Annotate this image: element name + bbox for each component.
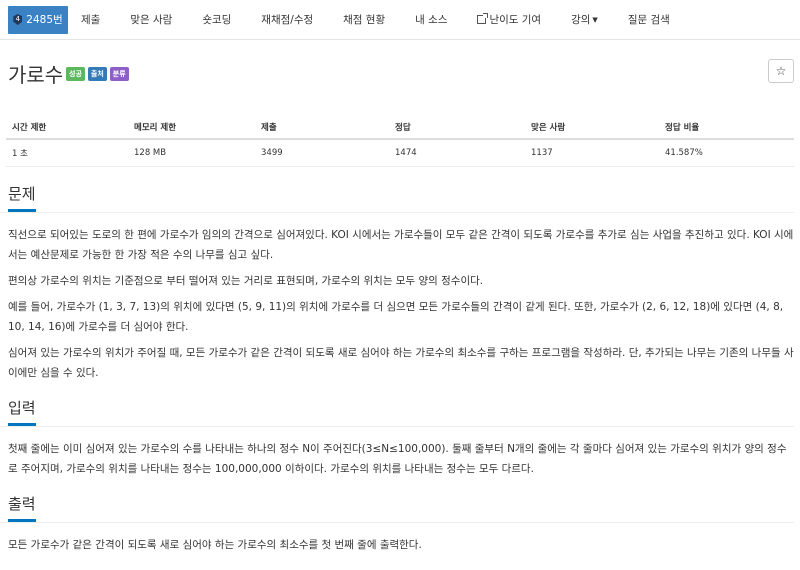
value-accepted: 1474 <box>389 139 525 167</box>
value-submissions: 3499 <box>255 139 389 167</box>
input-title: 입력 <box>8 397 36 426</box>
nav-difficulty-label: 난이도 기여 <box>489 14 542 26</box>
value-accepted-users: 1137 <box>525 139 659 167</box>
description-body: 직선으로 되어있는 도로의 한 편에 가로수가 임의의 간격으로 심어져있다. … <box>0 225 800 383</box>
input-body: 첫째 줄에는 이미 심어져 있는 가로수의 수를 나타내는 하나의 정수 N이 … <box>0 439 800 479</box>
favorite-star-button[interactable]: ☆ <box>768 59 794 83</box>
external-link-icon <box>477 13 489 24</box>
nav-status[interactable]: 채점 현황 <box>343 12 385 27</box>
value-accept-ratio: 41.587% <box>659 139 794 167</box>
star-icon: ☆ <box>775 64 787 78</box>
caret-down-icon: ▼ <box>592 15 598 24</box>
description-paragraph: 심어져 있는 가로수의 위치가 주어질 때, 모든 가로수가 같은 간격이 되도… <box>8 347 794 379</box>
description-section-header: 문제 <box>0 183 794 213</box>
nav-short-coding[interactable]: 숏코딩 <box>202 12 231 27</box>
problem-labels: 성공 출처 분류 <box>66 67 129 81</box>
description-paragraph: 직선으로 되어있는 도로의 한 편에 가로수가 임의의 간격으로 심어져있다. … <box>8 229 794 261</box>
description-title: 문제 <box>8 183 36 212</box>
nav-difficulty-contribution[interactable]: 난이도 기여 <box>477 12 541 27</box>
header-accepted-users: 맞은 사람 <box>525 116 659 140</box>
nav-submit[interactable]: 제출 <box>81 12 100 27</box>
value-time-limit: 1 초 <box>6 139 128 167</box>
output-paragraph: 모든 가로수가 같은 간격이 되도록 새로 심어야 하는 가로수의 최소수를 첫… <box>8 539 422 551</box>
info-header-row: 시간 제한 메모리 제한 제출 정답 맞은 사람 정답 비율 <box>6 116 794 140</box>
input-paragraph: 첫째 줄에는 이미 심어져 있는 가로수의 수를 나타내는 하나의 정수 N이 … <box>8 443 787 475</box>
header-submissions: 제출 <box>255 116 389 140</box>
nav-question-search[interactable]: 질문 검색 <box>628 12 670 27</box>
header-accepted: 정답 <box>389 116 525 140</box>
label-success[interactable]: 성공 <box>66 67 85 81</box>
header-time-limit: 시간 제한 <box>6 116 128 140</box>
nav-my-source[interactable]: 내 소스 <box>415 12 447 27</box>
output-title: 출력 <box>8 493 36 522</box>
output-section-header: 출력 <box>0 493 794 523</box>
top-nav: 4 2485번 제출 맞은 사람 숏코딩 재채점/수정 채점 현황 내 소스 난… <box>0 0 800 40</box>
tier-badge-icon: 4 <box>13 14 23 25</box>
header-memory-limit: 메모리 제한 <box>128 116 255 140</box>
output-body: 모든 가로수가 같은 간격이 되도록 새로 심어야 하는 가로수의 최소수를 첫… <box>0 535 800 555</box>
nav-lectures[interactable]: 강의 ▼ <box>571 12 598 27</box>
input-section-header: 입력 <box>0 397 794 427</box>
nav-lectures-label: 강의 <box>571 14 591 26</box>
value-memory-limit: 128 MB <box>128 139 255 167</box>
problem-title-row: 가로수 성공 출처 분류 ☆ <box>0 59 800 104</box>
label-source[interactable]: 출처 <box>87 67 107 81</box>
description-paragraph: 편의상 가로수의 위치는 기준점으로 부터 떨어져 있는 거리로 표현되며, 가… <box>8 275 484 287</box>
nav-rejudge[interactable]: 재채점/수정 <box>261 12 313 27</box>
problem-number-label: 2485번 <box>26 14 63 26</box>
label-class[interactable]: 분류 <box>109 67 129 81</box>
problem-title: 가로수 <box>8 63 64 87</box>
nav-accepted-users[interactable]: 맞은 사람 <box>130 12 172 27</box>
problem-info-table: 시간 제한 메모리 제한 제출 정답 맞은 사람 정답 비율 1 초 128 M… <box>6 116 794 167</box>
problem-number-tab[interactable]: 4 2485번 <box>8 5 68 34</box>
header-accept-ratio: 정답 비율 <box>659 116 794 140</box>
description-paragraph: 예를 들어, 가로수가 (1, 3, 7, 13)의 위치에 있다면 (5, 9… <box>8 301 784 333</box>
info-value-row: 1 초 128 MB 3499 1474 1137 41.587% <box>6 139 794 167</box>
